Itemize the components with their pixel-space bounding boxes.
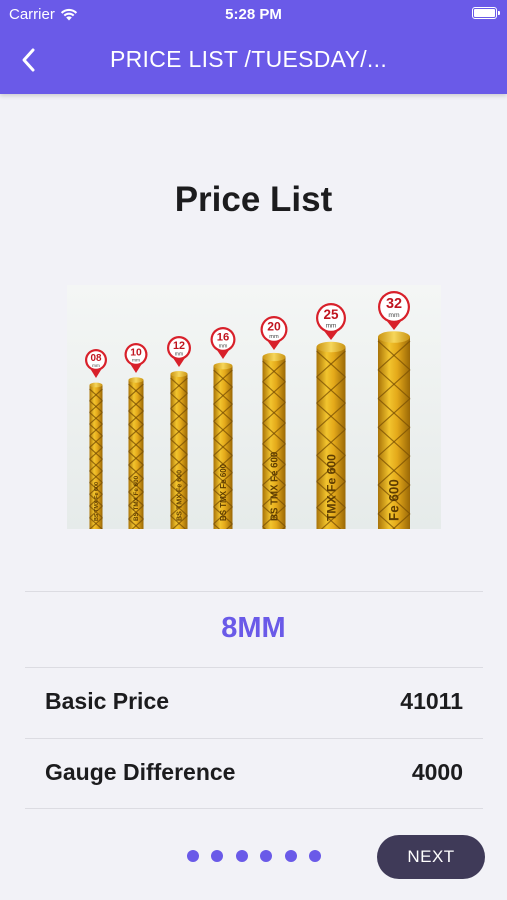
size-marker: 08mm bbox=[85, 349, 107, 378]
marker-unit-text: mm bbox=[132, 359, 140, 364]
page-dot[interactable] bbox=[308, 850, 321, 862]
gauge-difference-row: Gauge Difference 4000 bbox=[45, 759, 463, 799]
marker-size-text: 10 bbox=[130, 348, 142, 359]
tmt-bar: Fe 600 bbox=[377, 331, 411, 529]
tmt-bars-illustration: BS TMX Fe 60008mmBS TMX Fe 60010mmBS TMX… bbox=[85, 291, 411, 529]
marker-unit-text: mm bbox=[269, 334, 279, 340]
battery-icon bbox=[472, 7, 500, 19]
bar-stamp-text: TMX Fe 600 bbox=[324, 454, 338, 521]
gauge-difference-value: 4000 bbox=[411, 759, 463, 785]
marker-size-text: 16 bbox=[217, 332, 230, 344]
marker-size-text: 25 bbox=[323, 307, 339, 322]
divider bbox=[25, 667, 483, 668]
next-button[interactable]: NEXT bbox=[377, 835, 485, 879]
marker-unit-text: mm bbox=[326, 322, 337, 329]
back-chevron-icon[interactable] bbox=[14, 44, 46, 76]
size-marker: 12mm bbox=[167, 336, 191, 367]
size-marker: 32mm bbox=[378, 291, 410, 330]
status-time: 5:28 PM bbox=[225, 6, 282, 23]
bar-stamp-text: BS TMX Fe 600 bbox=[175, 470, 183, 521]
tmt-bar: BS TMX Fe 600 bbox=[262, 352, 286, 529]
basic-price-row: Basic Price 41011 bbox=[45, 688, 463, 728]
navigation-bar: PRICE LIST /TUESDAY/... bbox=[0, 40, 507, 80]
marker-unit-text: mm bbox=[175, 351, 183, 357]
bar-stamp-text: Fe 600 bbox=[387, 479, 402, 521]
marker-unit-text: mm bbox=[388, 312, 400, 319]
page-dot[interactable] bbox=[235, 850, 248, 862]
bar-stamp-text: BS TMX Fe 600 bbox=[269, 452, 280, 521]
tmt-bar: BS TMX Fe 600 bbox=[213, 362, 233, 529]
tmt-bar: BS TMX Fe 600 bbox=[170, 370, 188, 529]
tmt-bar: BS TMX Fe 600 bbox=[89, 382, 103, 529]
status-bar: Carrier 5:28 PM bbox=[0, 0, 507, 28]
divider bbox=[25, 738, 483, 739]
page-dot[interactable] bbox=[187, 850, 199, 862]
product-image: BS TMX Fe 600 08 mm BS TMX Fe 600 10 mm BS TMX… bbox=[67, 285, 441, 529]
page-dot[interactable] bbox=[211, 850, 224, 862]
size-marker: 16mm bbox=[210, 327, 236, 359]
bar-stamp-text: BS TMX Fe 600 bbox=[219, 463, 228, 521]
top-bar: Carrier 5:28 PM PRICE LIST /TUESDAY/... bbox=[0, 0, 507, 94]
marker-size-text: 12 bbox=[173, 340, 185, 352]
page-indicator bbox=[187, 850, 321, 862]
size-marker: 10mm bbox=[124, 343, 148, 373]
selected-size-label: 8MM bbox=[221, 612, 286, 644]
page-dot[interactable] bbox=[284, 850, 297, 862]
tmt-bar: TMX Fe 600 bbox=[316, 341, 346, 529]
page-title: Price List bbox=[174, 180, 333, 219]
divider bbox=[25, 591, 483, 592]
size-marker: 20mm bbox=[260, 316, 288, 350]
gauge-difference-label: Gauge Difference bbox=[45, 759, 236, 785]
tmt-bar: BS TMX Fe 600 bbox=[128, 377, 144, 529]
bar-stamp-text: BS TMX Fe 600 bbox=[133, 475, 140, 521]
marker-unit-text: mm bbox=[92, 363, 100, 368]
bar-stamp-text: BS TMX Fe 600 bbox=[94, 482, 100, 521]
marker-size-text: 32 bbox=[386, 296, 402, 312]
basic-price-label: Basic Price bbox=[45, 688, 170, 714]
size-marker: 25mm bbox=[316, 303, 346, 340]
marker-unit-text: mm bbox=[219, 343, 228, 349]
divider bbox=[25, 808, 483, 809]
nav-title: PRICE LIST /TUESDAY/... bbox=[110, 46, 388, 72]
marker-size-text: 20 bbox=[267, 320, 281, 334]
basic-price-value: 41011 bbox=[400, 688, 463, 714]
page-dot[interactable] bbox=[260, 850, 273, 862]
